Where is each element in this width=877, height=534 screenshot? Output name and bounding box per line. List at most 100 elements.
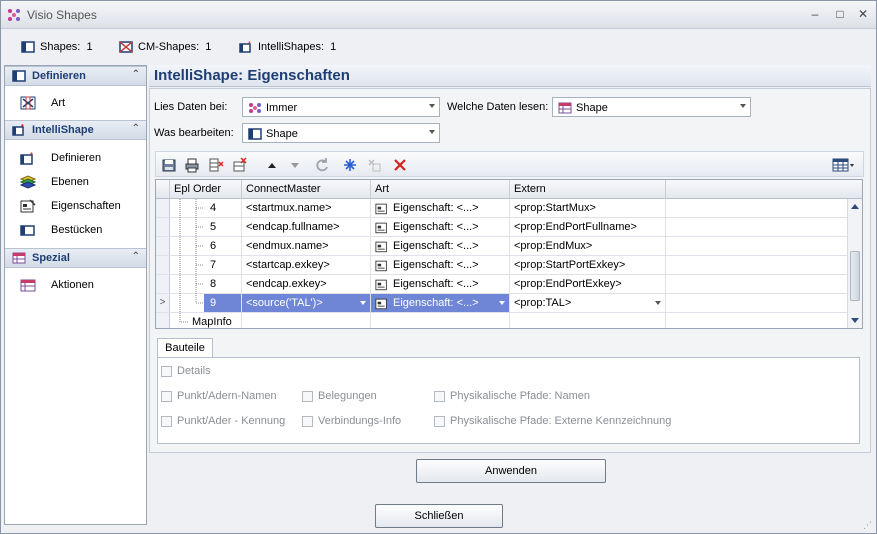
column-header-connectmaster[interactable]: ConnectMaster [242, 180, 371, 199]
refresh-icon[interactable] [314, 157, 330, 173]
row-selector[interactable] [156, 313, 170, 328]
row-selector[interactable] [156, 199, 170, 217]
chevron-down-icon [429, 130, 435, 134]
collapse-icon[interactable]: ⌃ [132, 251, 140, 262]
lies-daten-label: Lies Daten bei: [154, 101, 228, 113]
svg-text:*: * [30, 151, 33, 160]
column-chooser-icon[interactable] [832, 157, 856, 173]
sidebar-item-eigenschaften[interactable]: Eigenschaften [20, 196, 144, 216]
scroll-thumb[interactable] [850, 251, 860, 301]
row-selector[interactable] [156, 237, 170, 255]
save-icon[interactable] [161, 157, 177, 173]
properties-icon [20, 199, 36, 213]
sidebar-item-bestuecken[interactable]: Bestücken [20, 220, 144, 240]
shape-icon [248, 128, 262, 140]
insert-row-icon[interactable] [208, 157, 224, 173]
app-icon [249, 103, 261, 113]
chevron-down-icon [429, 104, 435, 108]
shape-icon [21, 41, 35, 53]
lies-daten-select[interactable]: Immer [242, 97, 440, 117]
resize-grip-icon[interactable]: ⋰ [863, 520, 873, 530]
properties-icon [375, 222, 387, 233]
grid-toolbar [155, 151, 864, 177]
intellishape-icon: * [12, 124, 24, 136]
properties-icon [375, 241, 387, 252]
main-content: Lies Daten bei: Immer Welche Daten lesen… [149, 88, 871, 453]
row-selector[interactable]: > [156, 294, 170, 312]
tree-lines [179, 199, 204, 323]
was-bearbeiten-select[interactable]: Shape [242, 123, 440, 143]
chevron-down-icon[interactable] [360, 301, 366, 305]
delete-row-icon[interactable] [232, 157, 248, 173]
column-header-epl-order[interactable]: Epl Order [170, 180, 242, 199]
svg-text:*: * [248, 41, 251, 48]
sidebar-item-art[interactable]: Art [20, 93, 144, 113]
sidebar-item-definieren[interactable]: * Definieren [20, 148, 144, 168]
scroll-down-icon[interactable] [851, 318, 859, 323]
row-selector-header [156, 180, 170, 199]
row-selector[interactable] [156, 256, 170, 274]
shape-counters: Shapes: 1 CM-Shapes: 1 * IntelliShapes: 1 [1, 29, 876, 63]
welche-daten-select[interactable]: Shape [552, 97, 751, 117]
bauteile-panel: Details Punkt/Adern-Namen Belegungen Phy… [157, 357, 860, 444]
grid-scrollbar[interactable] [847, 199, 862, 328]
chevron-down-icon [740, 104, 746, 108]
tab-bauteile[interactable]: Bauteile [157, 338, 213, 358]
table-row[interactable]: 4 <startmux.name> Eigenschaft: <...> <pr… [156, 199, 862, 218]
art-icon [20, 96, 36, 110]
column-header-extern[interactable]: Extern [510, 180, 666, 199]
schliessen-button[interactable]: Schließen [375, 504, 503, 528]
section-intellishape[interactable]: * IntelliShape ⌃ [5, 120, 146, 140]
close-icon[interactable]: ✕ [855, 6, 871, 22]
column-header-art[interactable]: Art [371, 180, 510, 199]
section-spezial[interactable]: Spezial ⌃ [5, 248, 146, 268]
table-row-mapinfo[interactable]: MapInfo [156, 313, 862, 328]
section-definieren[interactable]: Definieren ⌃ [5, 66, 146, 86]
scroll-up-icon[interactable] [851, 204, 859, 209]
cm-shapes-counter: CM-Shapes: 1 [119, 40, 211, 54]
properties-icon [375, 203, 387, 214]
sidebar-item-ebenen[interactable]: Ebenen [20, 172, 144, 192]
row-selector[interactable] [156, 275, 170, 293]
anwenden-button[interactable]: Anwenden [416, 459, 606, 483]
grid-header: Epl Order ConnectMaster Art Extern [156, 180, 862, 199]
properties-grid: Epl Order ConnectMaster Art Extern 4 <st… [155, 179, 863, 329]
move-up-icon[interactable] [264, 157, 280, 173]
collapse-icon[interactable]: ⌃ [132, 69, 140, 80]
visio-shapes-window: Visio Shapes – □ ✕ Shapes: 1 CM-Shapes: … [0, 0, 877, 534]
table-row[interactable]: 8 <endcap.exkey> Eigenschaft: <...> <pro… [156, 275, 862, 294]
properties-icon [375, 298, 387, 309]
sidebar-item-aktionen[interactable]: Aktionen [20, 275, 144, 295]
shapes-counter: Shapes: 1 [21, 40, 93, 54]
title-bar: Visio Shapes – □ ✕ [1, 1, 876, 29]
layers-icon [20, 175, 36, 189]
define-intellishape-icon: * [20, 151, 33, 165]
move-down-icon[interactable] [287, 157, 303, 173]
delete-icon[interactable] [392, 157, 408, 173]
chevron-down-icon[interactable] [655, 301, 661, 305]
print-icon[interactable] [184, 157, 200, 173]
window-title: Visio Shapes [27, 8, 97, 22]
chevron-down-icon[interactable] [499, 301, 505, 305]
table-row[interactable]: 6 <endmux.name> Eigenschaft: <...> <prop… [156, 237, 862, 256]
welche-daten-label: Welche Daten lesen: [447, 101, 549, 113]
table-row-selected[interactable]: > 9 <source('TAL')> Eigenschaft: <...> <… [156, 294, 862, 313]
table-icon [12, 252, 26, 264]
maximize-icon[interactable]: □ [832, 6, 848, 22]
table-row[interactable]: 7 <startcap.exkey> Eigenschaft: <...> <p… [156, 256, 862, 275]
copy-icon[interactable] [366, 157, 382, 173]
collapse-icon[interactable]: ⌃ [132, 123, 140, 134]
row-selector[interactable] [156, 218, 170, 236]
was-bearbeiten-label: Was bearbeiten: [154, 127, 234, 139]
cm-shape-icon [119, 41, 133, 53]
svg-text:*: * [21, 124, 24, 131]
table-row[interactable]: 5 <endcap.fullname> Eigenschaft: <...> <… [156, 218, 862, 237]
minimize-icon[interactable]: – [807, 6, 823, 22]
properties-icon [375, 260, 387, 271]
app-icon [8, 9, 20, 21]
actions-icon [20, 279, 36, 292]
populate-icon [20, 225, 35, 236]
snowflake-icon[interactable] [342, 157, 358, 173]
page-title: IntelliShape: Eigenschaften [149, 65, 871, 87]
shape-icon [12, 70, 26, 82]
